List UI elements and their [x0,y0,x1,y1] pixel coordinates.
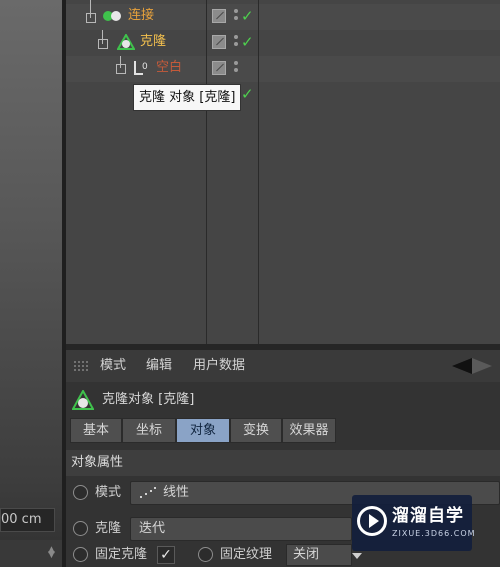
watermark-title: 溜溜自学 [392,506,464,526]
object-label-connect[interactable]: 连接 [128,3,154,29]
menu-edit[interactable]: 编辑 [146,350,172,382]
chevron-down-icon[interactable] [352,553,362,559]
forward-arrow-icon[interactable] [472,358,492,374]
section-object-properties[interactable]: 对象属性 [66,450,500,476]
column-separator [258,0,259,344]
tab-effectors[interactable]: 效果器 [282,418,336,443]
visibility-dots-icon[interactable] [234,35,239,49]
play-icon [369,514,379,528]
tree-expand-icon[interactable] [116,64,126,74]
mode-value: 线性 [163,485,190,500]
tree-expand-icon[interactable] [86,13,96,23]
tab-coordinates[interactable]: 坐标 [122,418,176,443]
animate-radio[interactable] [198,547,213,562]
fix-clone-label: 固定克隆 [95,547,148,562]
svg-text:0: 0 [142,62,148,72]
object-row-null[interactable] [66,56,500,82]
tab-basic[interactable]: 基本 [70,418,122,443]
clone-label: 克隆 [95,521,122,536]
tooltip: 克隆 对象 [克隆] [133,84,242,111]
editor-render-toggle[interactable] [212,61,226,75]
tab-transform[interactable]: 变换 [230,418,282,443]
enabled-check-icon[interactable]: ✓ [241,8,254,24]
object-title: 克隆对象 [克隆] [102,392,195,407]
clone-dropdown[interactable]: 迭代 [130,517,352,541]
enabled-check-icon[interactable]: ✓ [241,34,254,50]
fix-texture-value: 关闭 [293,547,320,562]
tree-expand-icon[interactable] [98,39,108,49]
watermark-subtitle: ZIXUE.3D66.COM [392,529,476,538]
visibility-dots-icon[interactable] [234,61,239,75]
fix-texture-label: 固定纹理 [220,547,273,562]
measure-field[interactable]: 00 cm [0,508,55,532]
animate-radio[interactable] [73,485,88,500]
editor-render-toggle[interactable] [212,9,226,23]
viewport-edge [0,0,62,567]
object-label-cloner[interactable]: 克隆 [140,29,166,55]
tab-object[interactable]: 对象 [176,418,230,443]
fix-texture-select[interactable]: 关闭 [286,544,352,566]
enabled-check-icon[interactable]: ✓ [241,86,254,102]
connect-icon [102,10,122,22]
visibility-dots-icon[interactable] [234,9,239,23]
back-arrow-icon[interactable] [452,358,472,374]
editor-render-toggle[interactable] [212,35,226,49]
animate-radio[interactable] [73,521,88,536]
grip-handle-icon[interactable] [73,360,89,372]
object-label-null[interactable]: 空白 [156,55,182,81]
cloner-icon [116,32,136,52]
object-row-extra[interactable] [66,82,500,108]
column-separator [206,0,207,344]
animate-radio[interactable] [73,547,88,562]
clone-value: 迭代 [139,521,166,536]
cloner-icon [71,388,95,412]
menu-user-data[interactable]: 用户数据 [193,350,245,382]
stepper-arrows-icon[interactable]: ▲ ▼ [48,546,55,560]
menu-mode[interactable]: 模式 [100,350,126,382]
attribute-menu-bar [66,350,500,382]
fix-clone-checkbox[interactable]: ✓ [157,546,175,564]
linear-dots-icon [139,486,156,499]
null-object-icon: 0 [133,60,151,76]
mode-label: 模式 [95,485,122,500]
